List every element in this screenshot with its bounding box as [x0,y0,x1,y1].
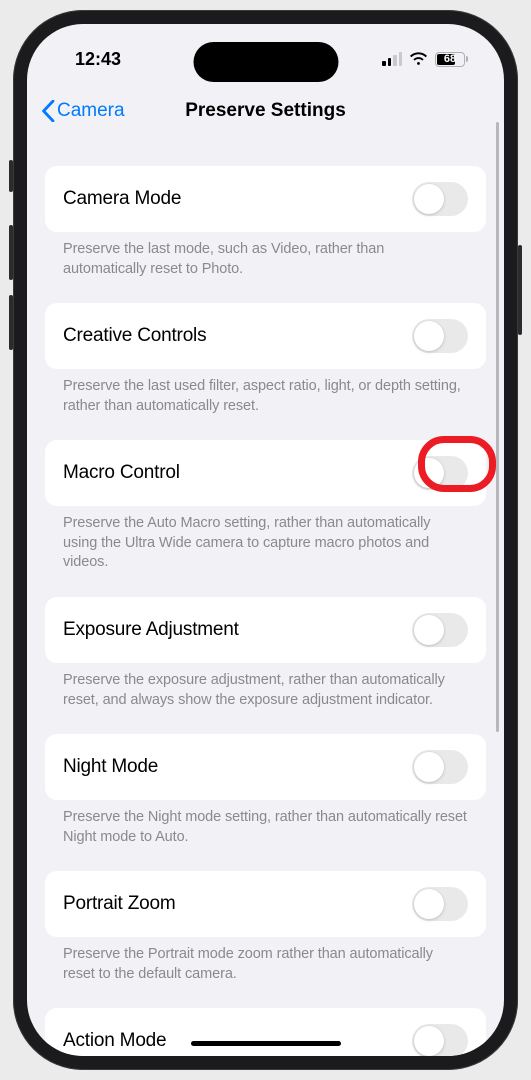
setting-label: Action Mode [63,1030,166,1052]
toggle-camera-mode[interactable] [412,182,468,216]
setting-desc: Preserve the last used filter, aspect ra… [45,369,486,440]
toggle-portrait-zoom[interactable] [412,887,468,921]
back-label: Camera [57,100,125,122]
battery-icon: 68 [435,52,468,67]
chevron-left-icon [41,100,55,122]
setting-camera-mode: Camera Mode [45,166,486,232]
setting-label: Camera Mode [63,188,181,210]
nav-bar: Camera Preserve Settings [27,86,504,136]
setting-desc: Preserve the last mode, such as Video, r… [45,232,486,303]
setting-label: Creative Controls [63,325,206,347]
toggle-macro-control[interactable] [412,456,468,490]
home-indicator[interactable] [191,1041,341,1046]
setting-label: Macro Control [63,462,180,484]
setting-portrait-zoom: Portrait Zoom [45,871,486,937]
phone-frame: 12:43 68 Camera Preserve Settings [13,10,518,1070]
setting-label: Night Mode [63,756,158,778]
settings-list: Camera Mode Preserve the last mode, such… [27,136,504,1056]
setting-desc: Preserve the Night mode setting, rather … [45,800,486,871]
setting-desc: Preserve the Portrait mode zoom rather t… [45,937,486,1008]
setting-creative-controls: Creative Controls [45,303,486,369]
toggle-exposure-adjustment[interactable] [412,613,468,647]
toggle-creative-controls[interactable] [412,319,468,353]
toggle-night-mode[interactable] [412,750,468,784]
toggle-action-mode[interactable] [412,1024,468,1056]
back-button[interactable]: Camera [41,100,125,122]
status-time: 12:43 [75,49,121,70]
setting-exposure-adjustment: Exposure Adjustment [45,597,486,663]
setting-macro-control: Macro Control [45,440,486,506]
setting-desc: Preserve the Auto Macro setting, rather … [45,506,486,597]
wifi-icon [409,52,428,66]
setting-label: Portrait Zoom [63,893,176,915]
setting-night-mode: Night Mode [45,734,486,800]
setting-desc: Preserve the exposure adjustment, rather… [45,663,486,734]
setting-label: Exposure Adjustment [63,619,239,641]
dynamic-island [193,42,338,82]
cellular-icon [382,52,402,66]
setting-action-mode: Action Mode [45,1008,486,1056]
screen: 12:43 68 Camera Preserve Settings [27,24,504,1056]
